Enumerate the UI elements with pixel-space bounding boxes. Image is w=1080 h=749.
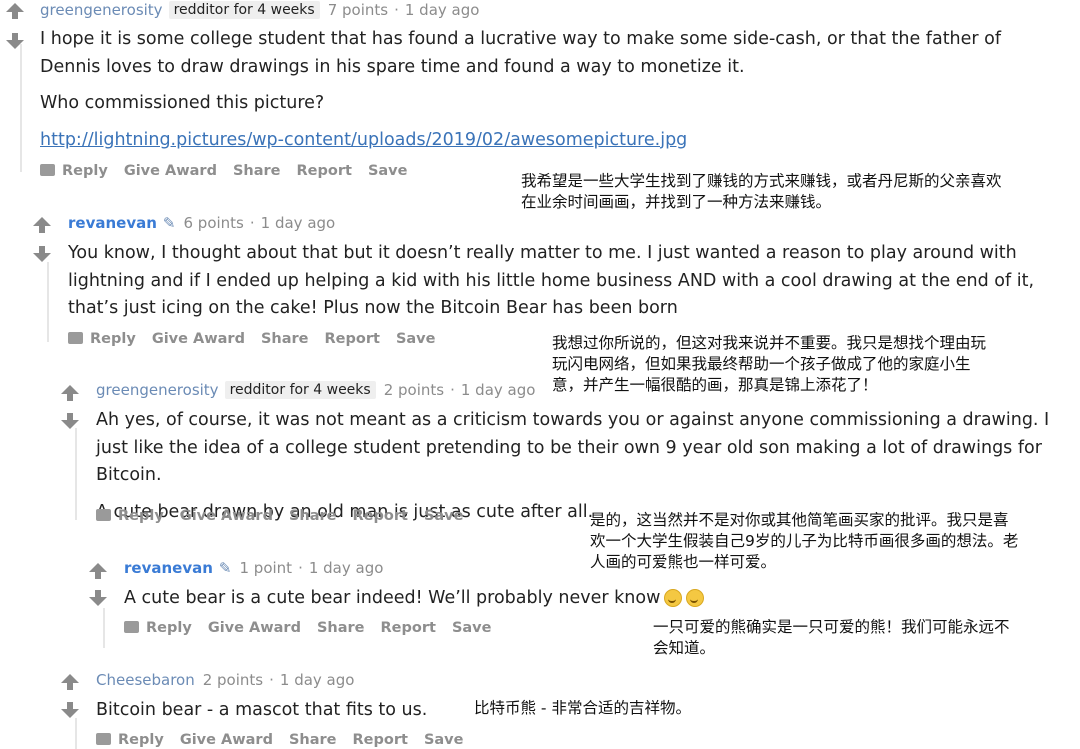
comment-bubble-icon (40, 164, 55, 176)
reply-button[interactable]: Reply (96, 732, 164, 748)
comment-paragraph: You know, I thought about that but it do… (68, 243, 1035, 318)
reply-button[interactable]: Reply (68, 331, 136, 347)
share-button[interactable]: Share (233, 163, 281, 179)
comment-body: You know, I thought about that but it do… (68, 240, 1078, 332)
comment-body: Bitcoin bear - a mascot that fits to us. (96, 697, 476, 734)
user-flair: redditor for 4 weeks (224, 381, 376, 399)
comment-points: 7 points (327, 1, 389, 19)
comment-paragraph: Bitcoin bear - a mascot that fits to us. (96, 700, 428, 720)
thread-line[interactable] (47, 262, 49, 342)
comment-actions: Reply Give Award Share Report Save (124, 620, 507, 636)
comment-paragraph: A cute bear is a cute bear indeed! We’ll… (124, 588, 661, 608)
comment-header: revanevan ✎ 1 point · 1 day ago (124, 559, 383, 577)
save-button[interactable]: Save (424, 508, 464, 524)
upvote-icon[interactable] (61, 674, 79, 690)
reply-button[interactable]: Reply (96, 508, 164, 524)
chinese-translation: 是的，这当然并不是对你或其他简笔画买家的批评。我只是喜欢一个大学生假装自己9岁的… (590, 511, 1019, 571)
author-link[interactable]: greengenerosity (96, 381, 219, 399)
share-button[interactable]: Share (317, 620, 365, 636)
separator-dot: · (249, 214, 255, 232)
author-link[interactable]: greengenerosity (40, 1, 163, 19)
comment-paragraph: I hope it is some college student that h… (40, 29, 1002, 77)
user-flair: redditor for 4 weeks (168, 1, 320, 19)
comment-bubble-icon (96, 733, 111, 745)
comment-header: revanevan ✎ 6 points · 1 day ago (68, 214, 335, 232)
thread-line[interactable] (103, 608, 105, 648)
downvote-icon[interactable] (61, 413, 79, 429)
comment-timestamp[interactable]: 1 day ago (261, 214, 336, 232)
downvote-icon[interactable] (89, 590, 107, 606)
report-button[interactable]: Report (297, 163, 352, 179)
save-button[interactable]: Save (368, 163, 408, 179)
comment-timestamp[interactable]: 1 day ago (280, 671, 355, 689)
author-link[interactable]: Cheesebaron (96, 671, 195, 689)
comment-paragraph: Ah yes, of course, it was not meant as a… (96, 410, 1050, 485)
reply-button[interactable]: Reply (124, 620, 192, 636)
comment-bubble-icon (68, 332, 83, 344)
comment-points: 2 points (383, 381, 445, 399)
comment-timestamp[interactable]: 1 day ago (309, 559, 384, 577)
chinese-translation: 我希望是一些大学生找到了赚钱的方式来赚钱，或者丹尼斯的父亲喜欢在业余时间画画，并… (521, 172, 1002, 211)
upvote-icon[interactable] (6, 3, 24, 19)
comment-actions: Reply Give Award Share Report Save (40, 163, 423, 179)
separator-dot: · (269, 671, 274, 689)
report-button[interactable]: Report (381, 620, 436, 636)
share-button[interactable]: Share (289, 732, 337, 748)
upvote-icon[interactable] (33, 217, 51, 233)
comment-timestamp[interactable]: 1 day ago (405, 1, 480, 19)
report-button[interactable]: Report (325, 331, 380, 347)
author-link[interactable]: revanevan (124, 559, 213, 577)
upvote-icon[interactable] (61, 385, 79, 401)
image-link[interactable]: http://lightning.pictures/wp-content/upl… (40, 130, 687, 150)
comment-header: Cheesebaron 2 points · 1 day ago (96, 671, 354, 689)
upvote-icon[interactable] (89, 563, 107, 579)
op-pen-icon: ✎ (162, 214, 176, 232)
separator-dot: · (394, 1, 399, 19)
comment-body: I hope it is some college student that h… (40, 26, 1060, 163)
reply-button[interactable]: Reply (40, 163, 108, 179)
chinese-translation: 比特币熊 - 非常合适的吉祥物。 (474, 699, 691, 717)
comment-actions: Reply Give Award Share Report Save (68, 331, 451, 347)
share-button[interactable]: Share (261, 331, 309, 347)
give-award-button[interactable]: Give Award (180, 508, 273, 524)
give-award-button[interactable]: Give Award (180, 732, 273, 748)
chinese-translation: 我想过你所说的，但这对我来说并不重要。我只是想找个理由玩玩闪电网络，但如果我最终… (552, 334, 987, 394)
comment-paragraph: Who commissioned this picture? (40, 93, 325, 113)
give-award-button[interactable]: Give Award (152, 331, 245, 347)
downvote-icon[interactable] (61, 702, 79, 718)
separator-dot: · (298, 559, 303, 577)
op-pen-icon: ✎ (218, 559, 232, 577)
grinning-emoji-icon (686, 589, 705, 607)
save-button[interactable]: Save (424, 732, 464, 748)
comment-points: 1 point (239, 559, 293, 577)
comment-points: 2 points (202, 671, 264, 689)
grinning-emoji-icon (664, 589, 683, 607)
comment-header: greengenerosity redditor for 4 weeks 7 p… (40, 1, 479, 19)
thread-line[interactable] (75, 718, 77, 749)
thread-line[interactable] (75, 428, 77, 520)
chinese-translation: 一只可爱的熊确实是一只可爱的熊！我们可能永远不会知道。 (653, 618, 1010, 657)
comment-bubble-icon (96, 509, 111, 521)
give-award-button[interactable]: Give Award (208, 620, 301, 636)
downvote-icon[interactable] (33, 246, 51, 262)
share-button[interactable]: Share (289, 508, 337, 524)
separator-dot: · (450, 381, 455, 399)
report-button[interactable]: Report (353, 508, 408, 524)
save-button[interactable]: Save (452, 620, 492, 636)
comment-points: 6 points (183, 214, 244, 232)
save-button[interactable]: Save (396, 331, 436, 347)
comment-actions: Reply Give Award Share Report Save (96, 508, 479, 524)
report-button[interactable]: Report (353, 732, 408, 748)
comment-timestamp[interactable]: 1 day ago (461, 381, 536, 399)
author-link[interactable]: revanevan (68, 214, 157, 232)
comment-header: greengenerosity redditor for 4 weeks 2 p… (96, 381, 535, 399)
comment-bubble-icon (124, 621, 139, 633)
comment-actions: Reply Give Award Share Report Save (96, 732, 479, 748)
downvote-icon[interactable] (6, 33, 24, 49)
thread-line[interactable] (20, 44, 22, 172)
give-award-button[interactable]: Give Award (124, 163, 217, 179)
